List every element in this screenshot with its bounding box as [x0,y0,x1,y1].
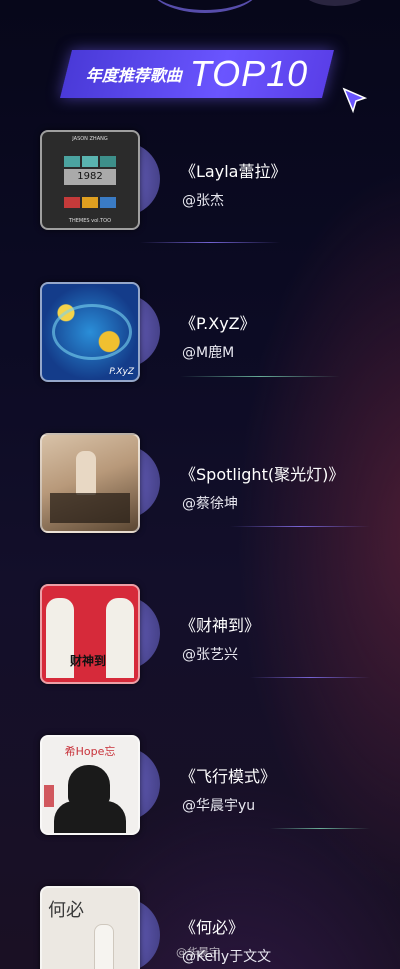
cursor-icon [342,87,368,114]
decorative-line [270,828,370,829]
cover-text: 何必 [48,900,84,921]
album-cover[interactable] [40,433,140,533]
cover-text: 希Hope忘 [64,745,116,758]
song-title[interactable]: 《P.XyZ》 [180,310,256,334]
artist-name[interactable]: @华晨宇yu [182,795,255,815]
album-cover[interactable]: 希Hope忘 [40,735,140,835]
cover-text: JASON ZHANG [72,136,108,142]
banner-title-en: TOP10 [189,53,309,94]
cover-text: THEMES vol.TOO [68,218,112,224]
decorative-line [180,376,340,377]
song-title[interactable]: 《飞行模式》 [180,763,276,787]
song-item[interactable]: 《Spotlight(聚光灯)》 @蔡徐坤 [0,433,400,553]
decorative-line [230,526,370,527]
decorative-disc-top [300,0,370,6]
cover-text: 财神到 [70,654,107,668]
album-cover[interactable]: P.XyZ [40,282,140,382]
banner-title-cn: 年度推荐歌曲 [85,66,182,85]
song-item[interactable]: JASON ZHANG 1982 THEMES vol.TOO 《Layla蕾拉… [0,130,400,250]
decorative-arc [150,0,260,13]
artist-name[interactable]: @蔡徐坤 [182,493,238,513]
song-title[interactable]: 《何必》 [180,914,244,938]
song-title[interactable]: 《财神到》 [180,612,260,636]
song-item[interactable]: P.XyZ 《P.XyZ》 @M鹿M [0,282,400,402]
decorative-line [140,242,280,243]
artist-name[interactable]: @张艺兴 [182,644,238,664]
cover-text: P.XyZ [109,367,134,377]
song-title[interactable]: 《Spotlight(聚光灯)》 [180,461,344,485]
watermark: @华晨宇 [176,946,220,959]
song-title[interactable]: 《Layla蕾拉》 [180,158,286,182]
artist-name[interactable]: @M鹿M [182,342,234,362]
cover-number: 1982 [64,168,116,185]
cover-grid: 1982 [64,156,116,208]
song-item[interactable]: 希Hope忘 《飞行模式》 @华晨宇yu [0,735,400,855]
album-cover[interactable]: 何必 [40,886,140,969]
artist-name[interactable]: @张杰 [182,190,224,210]
decorative-line [250,677,370,678]
album-cover[interactable]: 财神到 [40,584,140,684]
banner: 年度推荐歌曲 TOP10 [66,50,328,98]
song-item[interactable]: 财神到 《财神到》 @张艺兴 [0,584,400,704]
album-cover[interactable]: JASON ZHANG 1982 THEMES vol.TOO [40,130,140,230]
